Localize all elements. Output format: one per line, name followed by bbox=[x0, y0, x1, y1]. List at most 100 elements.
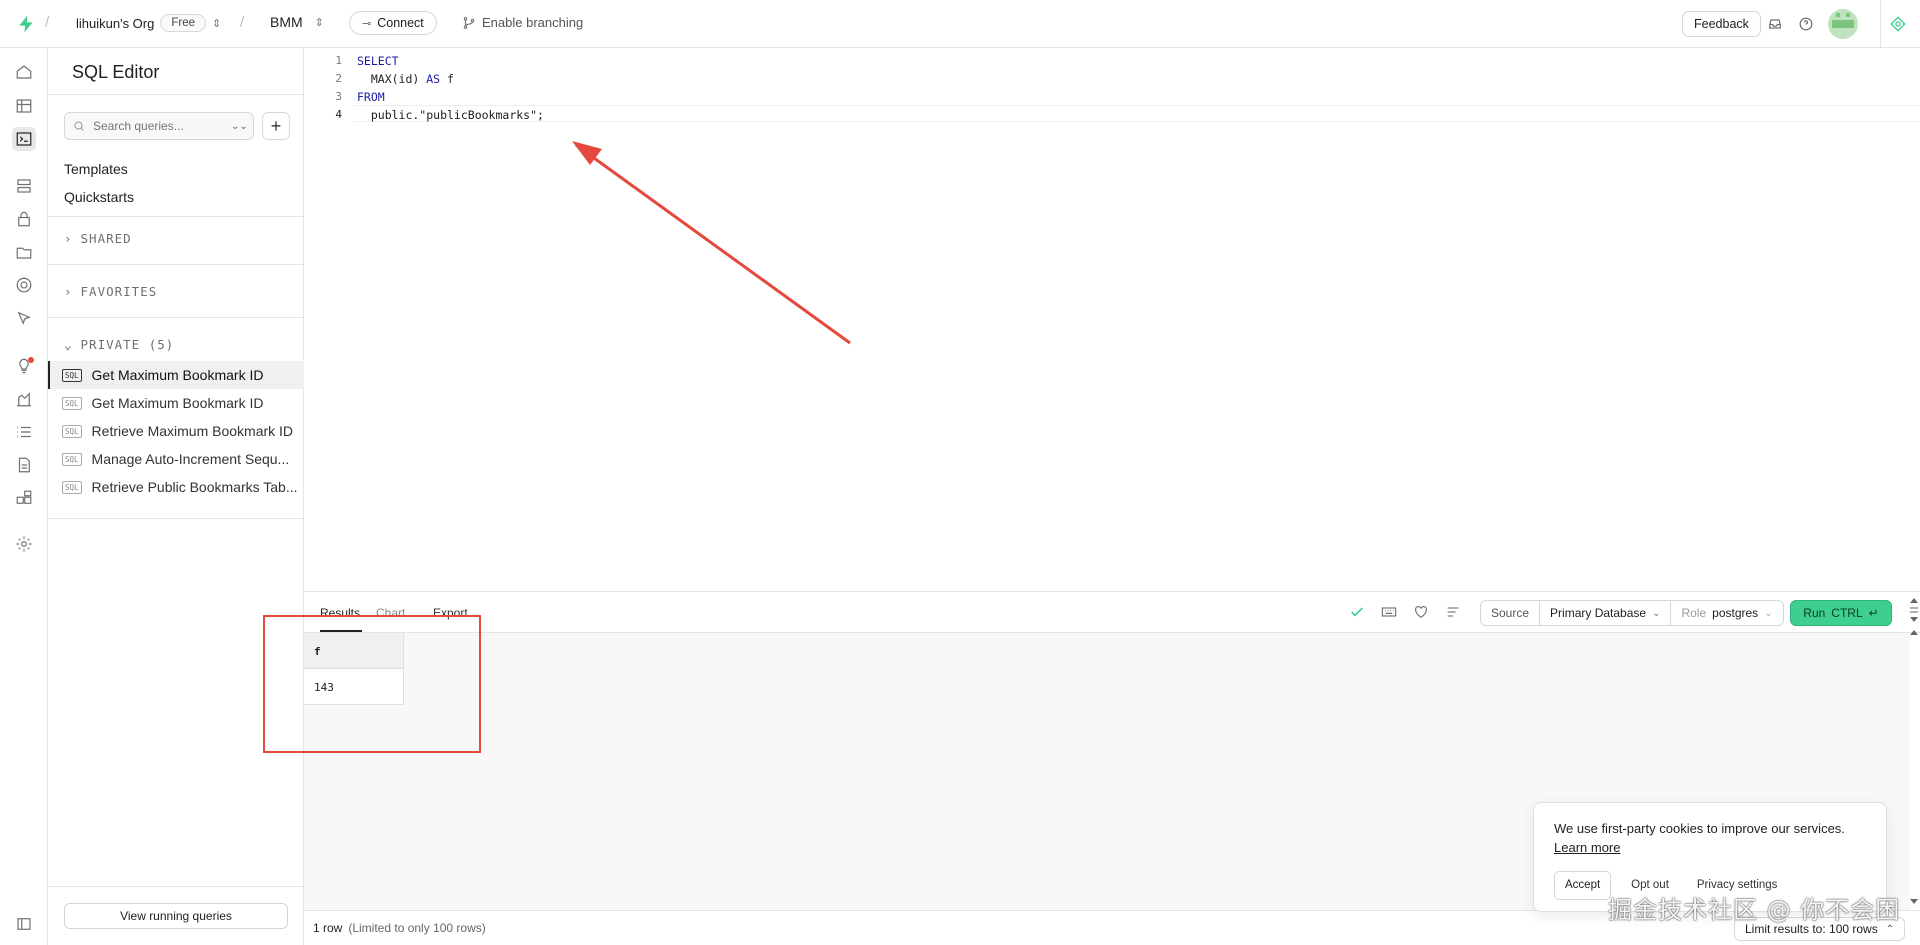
filter-chevron-icon[interactable]: ⌄⌄ bbox=[231, 121, 248, 132]
storage-icon[interactable] bbox=[12, 240, 36, 264]
source-selector[interactable]: Source Primary Database ⌄ Role postgres ⌄ bbox=[1480, 600, 1784, 626]
notification-dot bbox=[28, 357, 34, 363]
breadcrumb-separator: / bbox=[240, 14, 245, 31]
avatar[interactable] bbox=[1828, 9, 1858, 39]
chevron-updown-icon[interactable]: ⇕ bbox=[212, 17, 221, 30]
database-icon[interactable] bbox=[12, 174, 36, 198]
run-label: Run bbox=[1803, 606, 1826, 620]
limit-note: (Limited to only 100 rows) bbox=[348, 921, 486, 935]
sql-file-icon: SQL bbox=[62, 368, 82, 382]
chevron-updown-icon[interactable]: ⇕ bbox=[315, 16, 324, 29]
git-branch-icon bbox=[463, 16, 475, 29]
query-item[interactable]: SQL Retrieve Maximum Bookmark ID bbox=[48, 417, 304, 445]
new-query-button[interactable]: + bbox=[262, 112, 290, 140]
divider bbox=[48, 216, 304, 217]
sql-editor-icon[interactable] bbox=[12, 127, 36, 151]
project-switcher[interactable]: BMM ⇕ bbox=[270, 14, 324, 30]
connect-label: Connect bbox=[377, 16, 424, 30]
sql-file-icon: SQL bbox=[62, 396, 82, 410]
results-scrollbar[interactable] bbox=[1908, 595, 1920, 907]
plug-icon: ⊸ bbox=[362, 17, 372, 30]
sql-file-icon: SQL bbox=[62, 452, 82, 466]
api-docs-icon[interactable] bbox=[12, 453, 36, 477]
role-dropdown[interactable]: Role postgres ⌄ bbox=[1671, 601, 1782, 625]
sql-code-editor[interactable]: 1 2 3 4 SELECT MAX(id) AS f FROM public.… bbox=[304, 48, 1920, 591]
chevron-down-icon: ⌄ bbox=[64, 337, 73, 352]
org-switcher[interactable]: lihuikun's Org Free ⇕ bbox=[76, 14, 221, 32]
edge-functions-icon[interactable] bbox=[12, 273, 36, 297]
assistant-icon[interactable] bbox=[1890, 16, 1906, 32]
home-icon[interactable] bbox=[12, 60, 36, 84]
success-check-icon bbox=[1349, 604, 1365, 620]
source-label: Source bbox=[1481, 601, 1541, 625]
auth-icon[interactable] bbox=[12, 207, 36, 231]
connect-button[interactable]: ⊸ Connect bbox=[349, 11, 437, 35]
project-name: BMM bbox=[270, 14, 303, 30]
heart-icon[interactable] bbox=[1413, 604, 1429, 620]
shared-label: SHARED bbox=[80, 231, 132, 246]
role-value: postgres bbox=[1712, 606, 1759, 620]
role-label: Role bbox=[1681, 606, 1707, 620]
row-count: 1 row bbox=[313, 921, 343, 935]
query-label: Get Maximum Bookmark ID bbox=[91, 395, 264, 411]
annotation-highlight-box bbox=[263, 615, 481, 753]
watermark-text: 掘金技术社区 @ 你不会困 bbox=[1608, 896, 1901, 924]
search-queries-field[interactable]: ⌄⌄ bbox=[64, 112, 254, 140]
top-bar: / lihuikun's Org Free ⇕ / BMM ⇕ ⊸ Connec… bbox=[0, 0, 1920, 48]
chevron-right-icon: › bbox=[64, 284, 73, 299]
supabase-logo-icon[interactable] bbox=[16, 14, 36, 34]
inbox-icon[interactable] bbox=[1768, 17, 1782, 31]
logs-icon[interactable] bbox=[12, 420, 36, 444]
query-item[interactable]: SQL Get Maximum Bookmark ID bbox=[48, 389, 304, 417]
divider bbox=[48, 317, 304, 318]
templates-link[interactable]: Templates bbox=[64, 161, 128, 177]
annotation-arrow bbox=[572, 141, 851, 345]
query-item[interactable]: SQL Retrieve Public Bookmarks Tab... bbox=[48, 473, 304, 501]
search-icon bbox=[74, 121, 84, 131]
chevron-down-icon: ⌄ bbox=[1652, 607, 1661, 619]
query-item[interactable]: SQL Manage Auto-Increment Sequ... bbox=[48, 445, 304, 473]
query-label: Manage Auto-Increment Sequ... bbox=[91, 451, 290, 467]
advisors-icon[interactable] bbox=[12, 354, 36, 378]
keyboard-icon[interactable] bbox=[1381, 604, 1397, 620]
divider bbox=[48, 518, 304, 519]
query-label: Get Maximum Bookmark ID bbox=[91, 367, 264, 383]
help-icon[interactable] bbox=[1799, 17, 1813, 31]
plus-icon: + bbox=[270, 115, 282, 136]
learn-more-link[interactable]: Learn more bbox=[1554, 840, 1620, 855]
sidebar-title: SQL Editor bbox=[72, 62, 160, 82]
query-item[interactable]: SQL Get Maximum Bookmark ID bbox=[48, 361, 304, 389]
integrations-icon[interactable] bbox=[12, 486, 36, 510]
database-dropdown[interactable]: Primary Database ⌄ bbox=[1540, 601, 1672, 625]
private-section-header[interactable]: ⌄ PRIVATE (5) bbox=[64, 337, 174, 352]
sql-file-icon: SQL bbox=[62, 424, 82, 438]
favorites-section-header[interactable]: › FAVORITES bbox=[64, 284, 157, 299]
chevron-right-icon: › bbox=[64, 231, 73, 246]
database-value: Primary Database bbox=[1550, 606, 1647, 620]
divider bbox=[48, 886, 304, 887]
view-running-queries-button[interactable]: View running queries bbox=[64, 903, 288, 929]
feedback-button[interactable]: Feedback bbox=[1682, 11, 1761, 37]
realtime-icon[interactable] bbox=[12, 306, 36, 330]
search-input[interactable] bbox=[93, 119, 223, 133]
feedback-label: Feedback bbox=[1694, 17, 1749, 31]
chevron-up-icon: ⌃ bbox=[1885, 923, 1895, 935]
quickstarts-link[interactable]: Quickstarts bbox=[64, 189, 134, 205]
run-button[interactable]: Run CTRL ↵ bbox=[1790, 600, 1892, 626]
accept-cookies-button[interactable]: Accept bbox=[1554, 871, 1612, 900]
query-label: Retrieve Maximum Bookmark ID bbox=[91, 423, 294, 439]
collapse-sidebar-icon[interactable] bbox=[12, 912, 36, 936]
favorites-label: FAVORITES bbox=[80, 284, 158, 299]
private-label: PRIVATE (5) bbox=[80, 337, 175, 352]
enable-branching-button[interactable]: Enable branching bbox=[462, 15, 583, 30]
plan-badge: Free bbox=[160, 14, 207, 32]
shared-section-header[interactable]: › SHARED bbox=[64, 231, 132, 246]
reports-icon[interactable] bbox=[12, 387, 36, 411]
run-shortcut: CTRL bbox=[1831, 606, 1863, 620]
divider bbox=[1880, 0, 1881, 48]
settings-gear-icon[interactable] bbox=[12, 532, 36, 556]
table-editor-icon[interactable] bbox=[12, 94, 36, 118]
cookie-message: We use first-party cookies to improve ou… bbox=[1554, 821, 1845, 836]
format-align-icon[interactable] bbox=[1445, 604, 1461, 620]
org-name: lihuikun's Org bbox=[76, 15, 155, 31]
